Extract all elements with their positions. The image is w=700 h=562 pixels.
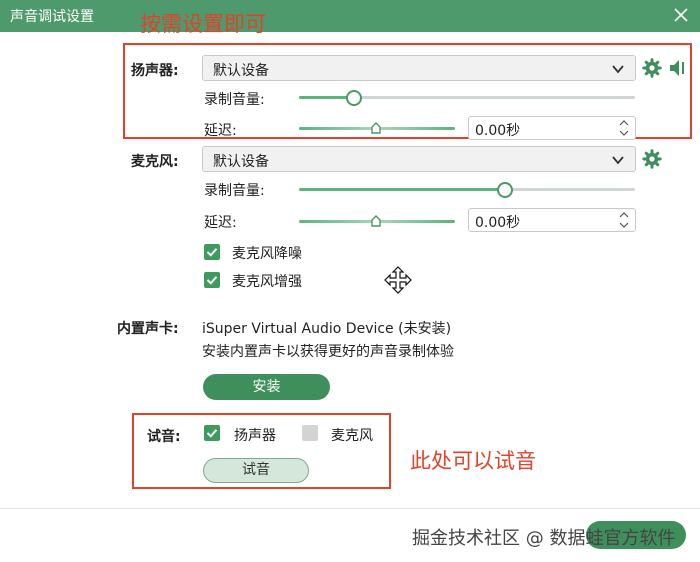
test-sound-button[interactable]: 试音 [203, 458, 309, 483]
annotation-text-top: 按需设置即可 [140, 12, 266, 36]
test-label: 试音: [147, 429, 181, 445]
mic-delay-value: 0.00秒 [475, 215, 521, 231]
checkmark-icon [206, 248, 218, 257]
speaker-delay-value: 0.00秒 [475, 123, 521, 139]
soundcard-label: 内置声卡: [117, 321, 179, 337]
checkmark-icon [206, 429, 218, 438]
watermark: 掘金技术社区 @ 数据蛙官方软件 [412, 528, 676, 549]
soundcard-hint: 安装内置声卡以获得更好的声音录制体验 [202, 344, 454, 360]
mic-delay-slider[interactable] [299, 213, 455, 231]
speaker-label: 扬声器: [131, 63, 179, 79]
mic-delay-spinbox[interactable]: 0.00秒 [468, 208, 636, 232]
test-mic-label: 麦克风 [331, 428, 373, 444]
speaker-volume-slider[interactable] [299, 89, 635, 106]
checkmark-icon [206, 276, 218, 285]
mic-volume-label: 录制音量: [204, 183, 265, 199]
speaker-volume-label: 录制音量: [204, 92, 265, 108]
mic-enhance-checkbox[interactable] [204, 272, 220, 288]
spin-arrows-icon[interactable] [619, 210, 629, 230]
spin-arrows-icon[interactable] [619, 118, 629, 138]
annotation-text-test: 此处可以试音 [410, 449, 536, 473]
speaker-volume-icon[interactable] [668, 57, 690, 79]
slider-fill [299, 188, 504, 191]
mic-label: 麦克风: [131, 154, 179, 170]
speaker-delay-label: 延迟: [204, 123, 237, 139]
mic-delay-label: 延迟: [204, 215, 237, 231]
mic-noise-reduction-label: 麦克风降噪 [232, 246, 302, 262]
mic-device-select[interactable]: 默认设备 [202, 146, 636, 172]
slider-thumb[interactable] [371, 122, 381, 134]
speaker-delay-slider[interactable] [299, 120, 455, 138]
chevron-down-icon [612, 65, 624, 74]
mic-settings-gear-icon[interactable] [642, 149, 662, 169]
title-bar: 声音调试设置 [0, 0, 700, 32]
mic-noise-reduction-checkbox[interactable] [204, 244, 220, 260]
test-speaker-label: 扬声器 [234, 428, 276, 444]
speaker-settings-gear-icon[interactable] [642, 58, 662, 78]
footer-divider [0, 508, 700, 509]
close-icon[interactable] [672, 6, 690, 24]
mic-enhance-label: 麦克风增强 [232, 274, 302, 290]
slider-thumb[interactable] [345, 90, 362, 106]
install-button[interactable]: 安装 [203, 374, 330, 400]
mic-volume-slider[interactable] [299, 181, 635, 198]
mic-device-value: 默认设备 [213, 154, 269, 170]
speaker-device-select[interactable]: 默认设备 [202, 55, 636, 81]
slider-fill [299, 96, 353, 99]
slider-thumb[interactable] [371, 215, 381, 227]
slider-thumb[interactable] [496, 182, 513, 198]
test-speaker-checkbox[interactable] [204, 425, 220, 441]
speaker-delay-spinbox[interactable]: 0.00秒 [468, 116, 636, 140]
move-cursor-icon [384, 266, 412, 294]
speaker-device-value: 默认设备 [213, 63, 269, 79]
chevron-down-icon [612, 156, 624, 165]
test-mic-checkbox[interactable] [302, 425, 318, 441]
soundcard-device-name: iSuper Virtual Audio Device (未安装) [202, 321, 452, 337]
window-title: 声音调试设置 [10, 9, 94, 25]
